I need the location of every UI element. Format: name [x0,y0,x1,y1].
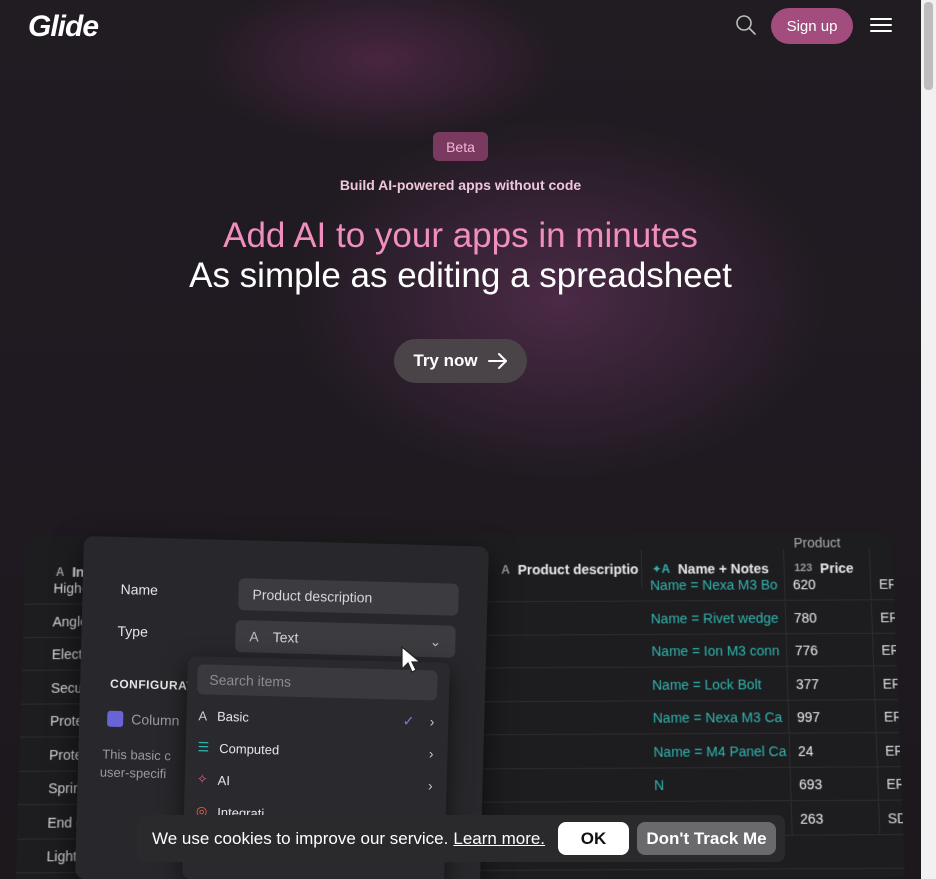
search-icon[interactable] [735,14,757,36]
name-notes-cell[interactable]: Name = M4 Panel Ca [645,734,791,769]
cookie-ok-button[interactable]: OK [558,822,629,855]
checkmark-icon: ✓ [402,712,415,729]
hamburger-icon[interactable] [870,18,892,34]
chevron-down-icon: ⌄ [429,632,442,649]
type-option-computed[interactable]: ☰ Computed › [195,732,440,768]
option-label: Computed [219,740,280,757]
price-cell[interactable]: 24 [789,733,878,768]
column-name-input[interactable]: Product description [238,578,459,616]
type-option-ai[interactable]: ✧ AI › [194,764,439,800]
chevron-right-icon: › [428,745,434,762]
column-checkbox[interactable] [107,710,124,728]
price-cell[interactable]: 377 [787,666,876,701]
arrow-right-icon [487,353,507,369]
name-notes-cell[interactable]: Name = Nexa M3 Bo [642,568,786,602]
description-line-1: This basic c [102,746,172,764]
text-type-icon: A [249,628,259,645]
price-cell[interactable]: 780 [785,600,873,634]
chevron-right-icon: › [427,777,433,794]
name-notes-cell[interactable]: Name = Rivet wedge [642,601,787,635]
hero-tagline: Build AI-powered apps without code [339,177,582,193]
sign-up-button[interactable]: Sign up [771,8,853,44]
option-label: Basic [216,708,250,725]
option-label: AI [217,772,231,788]
hero-headline-secondary: As simple as editing a spreadsheet [189,256,732,295]
type-label: Type [117,622,149,640]
description-line-2: user-specifi [99,764,167,782]
learn-more-link[interactable]: Learn more. [453,829,545,849]
code-cell[interactable]: ERO [877,767,905,801]
glide-logo[interactable]: Glide [28,10,99,44]
price-cell[interactable]: 263 [791,801,881,836]
name-label: Name [120,580,159,598]
price-cell[interactable]: 693 [790,767,880,802]
mouse-cursor-icon [401,645,422,673]
code-cell[interactable]: SDI- [879,800,905,835]
name-notes-cell[interactable]: Name = Lock Bolt [643,667,789,701]
configuration-heading: CONFIGURAT [109,676,195,693]
name-notes-cell[interactable]: N [645,767,792,802]
price-cell[interactable]: 620 [784,567,872,601]
try-now-button[interactable]: Try now [394,339,527,383]
chevron-right-icon: › [429,713,435,730]
beta-badge: Beta [433,132,488,161]
cookie-text: We use cookies to improve our service. [152,828,449,848]
hero-headline-primary: Add AI to your apps in minutes [223,216,698,255]
page-scrollbar[interactable] [921,0,936,879]
scrollbar-thumb[interactable] [924,2,933,90]
ai-sparkle-icon: ✧ [196,771,208,787]
text-type-icon: A [198,707,208,724]
column-checkbox-label: Column [131,711,180,729]
name-notes-cell[interactable]: Name = Ion M3 conn [643,634,788,668]
name-notes-cell[interactable]: Name = Nexa M3 Ca [644,700,790,735]
try-now-label: Try now [413,351,478,370]
cookie-banner: We use cookies to improve our service. L… [137,815,785,862]
type-option-basic[interactable]: A Basic ✓ › [196,700,441,736]
price-cell[interactable]: 776 [786,633,875,667]
dont-track-me-button[interactable]: Don't Track Me [637,822,776,855]
type-value: Text [272,628,299,646]
computed-icon: ☰ [197,739,210,755]
price-cell[interactable]: 997 [788,700,877,734]
